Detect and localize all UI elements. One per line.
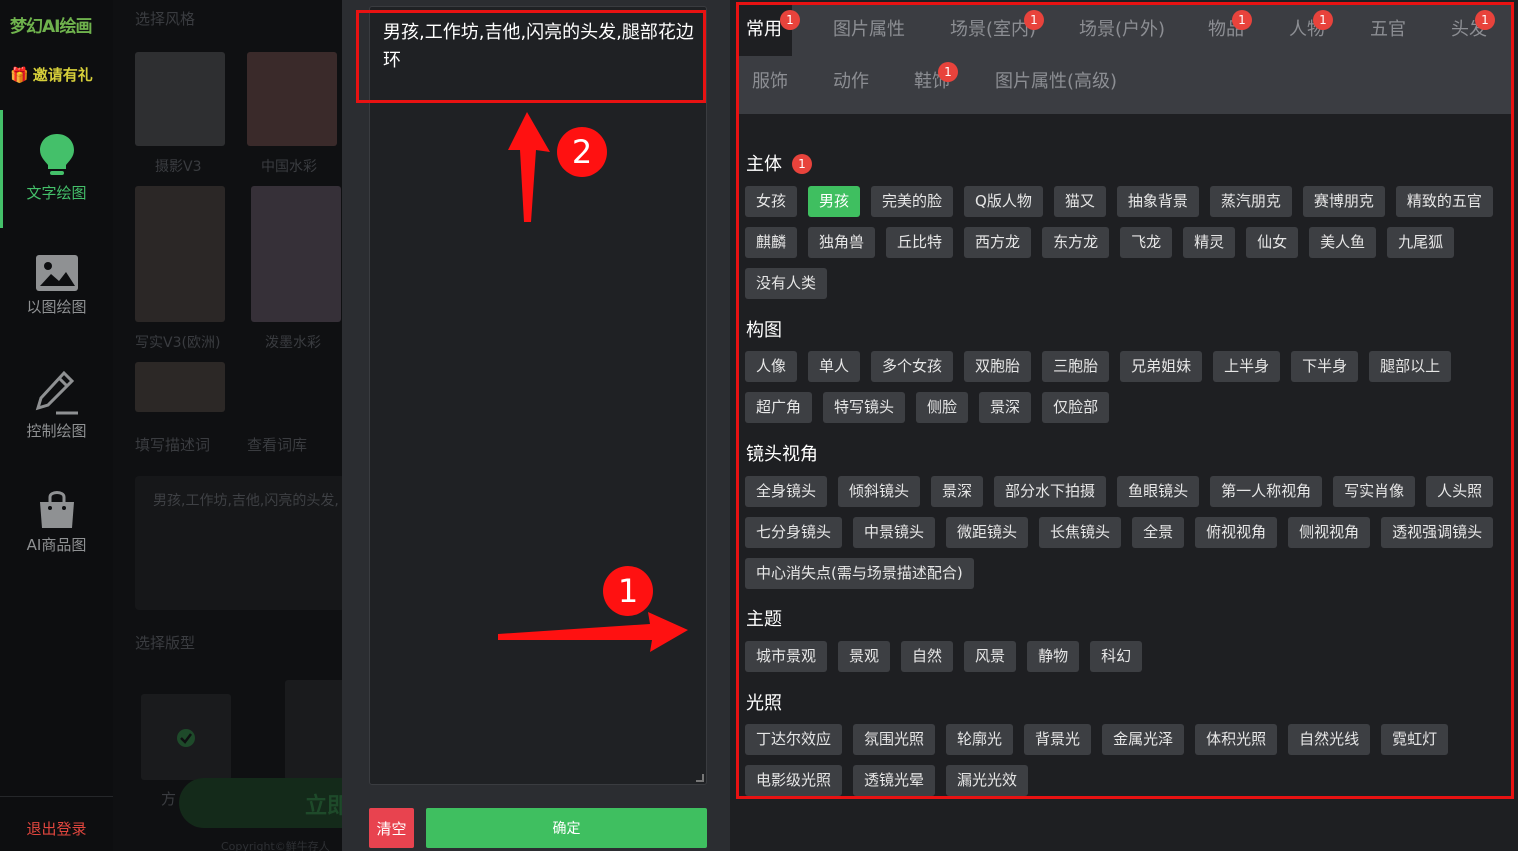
annotation-marker-2: 2 [557, 127, 607, 177]
annotation-arrows [498, 112, 688, 652]
arrow-up-icon [508, 112, 550, 222]
arrow-right-icon [498, 612, 688, 652]
annotation-marker-1: 1 [603, 566, 653, 616]
